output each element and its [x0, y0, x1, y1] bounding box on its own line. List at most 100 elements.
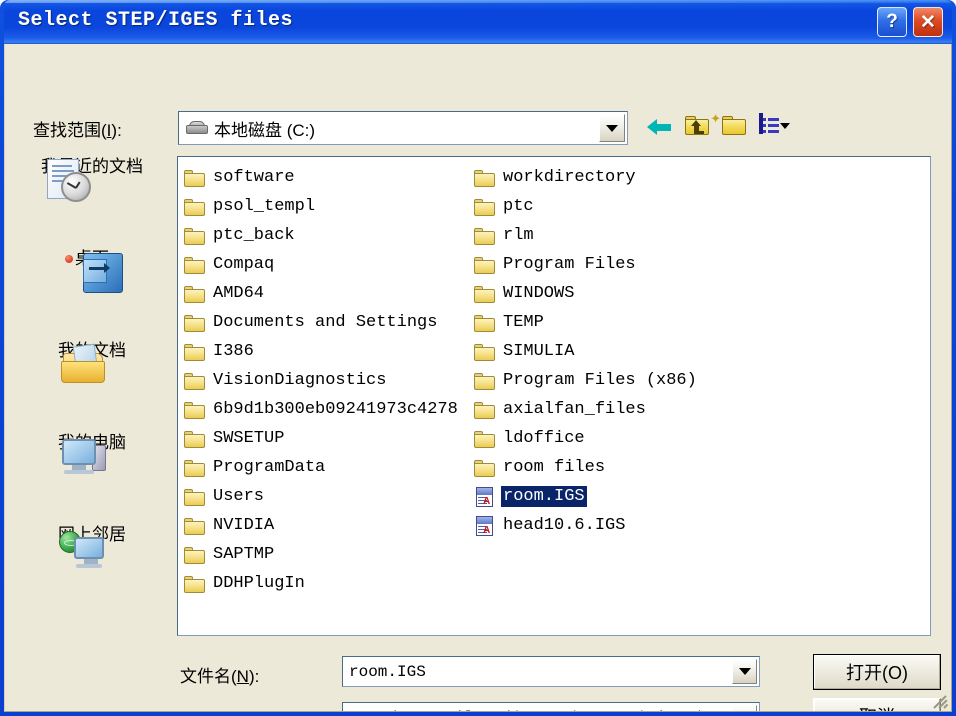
- filename-combobox[interactable]: room.IGS: [342, 656, 760, 687]
- file-list-item[interactable]: TEMP: [474, 308, 764, 337]
- file-list-item-label: room.IGS: [501, 486, 587, 507]
- file-list-item[interactable]: Program Files: [474, 250, 764, 279]
- file-list-item[interactable]: ProgramData: [184, 453, 474, 482]
- filename-label: 文件名(N):: [180, 662, 259, 687]
- file-list-item[interactable]: ldoffice: [474, 424, 764, 453]
- views-dropdown-arrow[interactable]: [780, 123, 790, 129]
- file-list-item[interactable]: NVIDIA: [184, 511, 474, 540]
- lookin-combobox[interactable]: 本地磁盘 (C:): [178, 111, 628, 145]
- filetype-label: 文件类型(T):: [180, 708, 274, 711]
- file-list-item[interactable]: SWSETUP: [184, 424, 474, 453]
- chevron-down-icon: [606, 124, 618, 132]
- file-list-item[interactable]: workdirectory: [474, 163, 764, 192]
- file-list-item[interactable]: WINDOWS: [474, 279, 764, 308]
- file-list-column: software psol_templ ptc_back Compaq AMD64 Doc…: [184, 163, 474, 598]
- places-item-recent-documents[interactable]: 我最近的文档: [17, 152, 167, 202]
- folder-icon: [184, 284, 206, 304]
- file-list-item-label: TEMP: [503, 313, 544, 332]
- close-button[interactable]: ✕: [913, 7, 943, 37]
- file-list-item[interactable]: SIMULIA: [474, 337, 764, 366]
- dialog-client-area: 查找范围(I): 本地磁盘 (C:) ✦ 我最近的文档 网上邻居 softwar…: [4, 44, 952, 712]
- file-list-item-label: axialfan_files: [503, 400, 646, 419]
- igs-file-icon: A: [474, 515, 496, 536]
- cancel-button[interactable]: 取消: [813, 698, 941, 711]
- file-list-item[interactable]: SAPTMP: [184, 540, 474, 569]
- filetype-combobox[interactable]: STEP/IGES Files (*.stp,*.step,*.igs,*: [342, 702, 760, 712]
- file-list-item-label: Program Files: [503, 255, 636, 274]
- create-new-folder-button[interactable]: ✦: [710, 112, 751, 142]
- file-list-item[interactable]: rlm: [474, 221, 764, 250]
- file-list-item-label: psol_templ: [213, 197, 316, 216]
- file-list-item[interactable]: axialfan_files: [474, 395, 764, 424]
- filename-input[interactable]: room.IGS: [349, 663, 727, 681]
- places-item-my-documents[interactable]: 我的文档: [17, 336, 167, 383]
- filename-paren-close: ):: [248, 667, 260, 686]
- file-list-item-label: I386: [213, 342, 254, 361]
- file-list-item[interactable]: DDHPlugIn: [184, 569, 474, 598]
- folder-icon: [474, 371, 496, 391]
- file-list-item[interactable]: Users: [184, 482, 474, 511]
- places-item-my-computer[interactable]: 我的电脑: [17, 428, 167, 474]
- lookin-dropdown-arrow[interactable]: [599, 114, 625, 142]
- help-button[interactable]: ?: [877, 7, 907, 37]
- file-list-column: workdirectory ptc rlm Program Files WINDOWS T…: [474, 163, 764, 540]
- file-list-item-label: SWSETUP: [213, 429, 285, 448]
- file-list-item-label: ptc_back: [213, 226, 295, 245]
- file-list-item[interactable]: software: [184, 163, 474, 192]
- folder-icon: [474, 313, 496, 333]
- file-list-item[interactable]: ptc: [474, 192, 764, 221]
- folder-icon: [474, 458, 496, 478]
- filename-dropdown-arrow[interactable]: [732, 659, 757, 684]
- file-list-item-label: WINDOWS: [503, 284, 575, 303]
- folder-icon: [184, 400, 206, 420]
- file-list-item[interactable]: ptc_back: [184, 221, 474, 250]
- folder-icon: [474, 400, 496, 420]
- folder-icon: [184, 255, 206, 275]
- filetype-selected-value: STEP/IGES Files (*.stp,*.step,*.igs,*: [349, 709, 727, 712]
- file-list-item[interactable]: I386: [184, 337, 474, 366]
- file-list-item-label: ptc: [503, 197, 534, 216]
- folder-icon: [184, 545, 206, 565]
- file-list-item[interactable]: AMD64: [184, 279, 474, 308]
- file-list-item[interactable]: VisionDiagnostics: [184, 366, 474, 395]
- file-list-item-label: NVIDIA: [213, 516, 275, 535]
- file-list-item[interactable]: 6b9d1b300eb09241973c4278: [184, 395, 474, 424]
- lookin-selected-value: 本地磁盘 (C:): [214, 120, 316, 140]
- filetype-dropdown-arrow[interactable]: [732, 705, 757, 711]
- file-list-item-label: room files: [503, 458, 606, 477]
- places-item-desktop[interactable]: 桌面: [17, 244, 167, 293]
- folder-icon: [184, 313, 206, 333]
- file-list-item-label: Users: [213, 487, 265, 506]
- file-list-item-label: head10.6.IGS: [503, 516, 626, 535]
- places-bar: 我最近的文档 桌面 我的文档: [17, 152, 167, 622]
- file-list-item[interactable]: Program Files (x86): [474, 366, 764, 395]
- file-list-item-label: SIMULIA: [503, 342, 575, 361]
- folder-icon: [474, 226, 496, 246]
- views-button[interactable]: [759, 112, 790, 142]
- folder-icon: [184, 226, 206, 246]
- file-list-item[interactable]: Compaq: [184, 250, 474, 279]
- file-list-item-label: workdirectory: [503, 168, 636, 187]
- open-button[interactable]: 打开(O): [813, 654, 941, 690]
- file-list-panel[interactable]: software psol_templ ptc_back Compaq AMD64 Doc…: [177, 156, 931, 636]
- resize-grip[interactable]: [933, 693, 949, 709]
- file-list-item[interactable]: Documents and Settings: [184, 308, 474, 337]
- folder-icon: [184, 197, 206, 217]
- drive-icon: [186, 121, 208, 135]
- file-list-item-label: SAPTMP: [213, 545, 275, 564]
- file-list-item-selected[interactable]: Aroom.IGS: [474, 482, 764, 511]
- title-bar[interactable]: Select STEP/IGES files ? ✕: [4, 0, 952, 44]
- back-button[interactable]: [645, 112, 675, 142]
- filename-mnemonic: N: [236, 667, 249, 686]
- places-item-network-places[interactable]: 网上邻居: [17, 520, 167, 568]
- file-list-item-label: ProgramData: [213, 458, 326, 477]
- folder-icon: [184, 168, 206, 188]
- igs-file-icon: A: [474, 486, 496, 507]
- folder-icon: [184, 487, 206, 507]
- file-list-item[interactable]: room files: [474, 453, 764, 482]
- folder-icon: [474, 284, 496, 304]
- folder-icon: [474, 255, 496, 275]
- file-list-item[interactable]: Ahead10.6.IGS: [474, 511, 764, 540]
- views-icon: [759, 113, 779, 134]
- file-list-item[interactable]: psol_templ: [184, 192, 474, 221]
